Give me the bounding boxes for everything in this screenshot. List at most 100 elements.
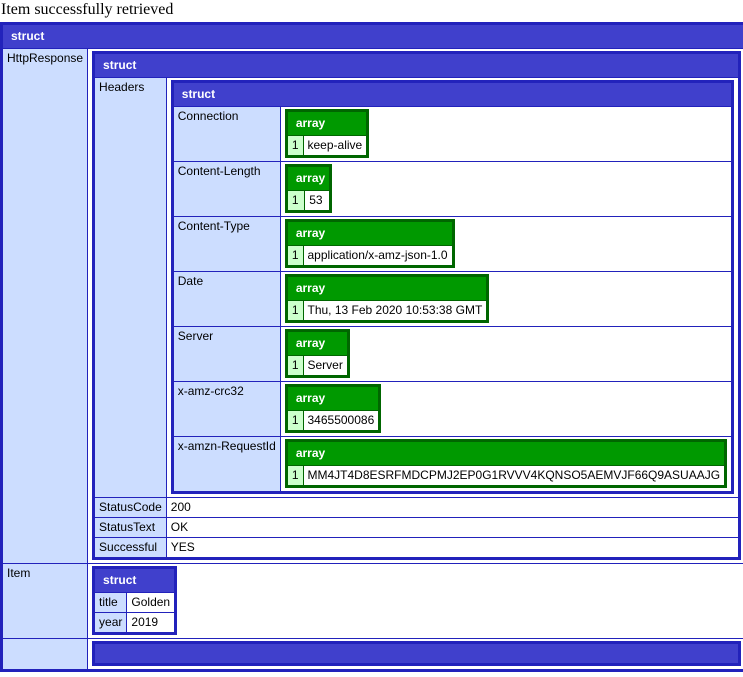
httpresponse-key-statustext[interactable]: StatusText [95, 518, 166, 537]
table-row: x-amzn-RequestId array 1 MM4JT4D8ESRFMDCPMJ… [173, 437, 732, 491]
array-dump: array 1 Thu, 13 Feb 2020 10:53:38 GMT [284, 274, 490, 323]
httpresponse-value-statustext: OK [166, 518, 739, 537]
item-struct-header-row: struct [95, 569, 175, 592]
page-title: Item successfully retrieved [1, 1, 174, 18]
array-value: 53 [305, 191, 330, 210]
header-key[interactable]: x-amz-crc32 [173, 382, 280, 436]
array-header-row: array [287, 332, 347, 355]
next-struct-dump [92, 641, 742, 666]
httpresponse-key-statuscode[interactable]: StatusCode [95, 498, 166, 517]
headers-value-cell: struct Connection array 1 keep-alive Content… [166, 78, 739, 497]
array-dump: array 1 3465500086 [284, 384, 382, 433]
header-value-cell: array 1 MM4JT4D8ESRFMDCPMJ2EP0G1RVVV4KQNSO… [280, 437, 732, 491]
array-header-row: array [287, 442, 725, 465]
header-key[interactable]: Connection [173, 107, 280, 161]
array-item-row: 1 Server [287, 356, 347, 375]
table-row: x-amz-crc32 array 1 3465500086 [173, 382, 732, 436]
array-item-row: 1 keep-alive [287, 136, 367, 155]
array-item-row: 1 3465500086 [287, 411, 379, 430]
header-key[interactable]: x-amzn-RequestId [173, 437, 280, 491]
headers-struct-header-row: struct [173, 83, 732, 106]
array-type-label[interactable]: array [287, 332, 347, 355]
header-value-cell: array 1 application/x-amz-json-1.0 [280, 217, 732, 271]
array-type-label[interactable]: array [287, 222, 452, 245]
array-header-row: array [287, 167, 330, 190]
root-key-next[interactable] [3, 639, 88, 669]
root-key-httpresponse[interactable]: HttpResponse [3, 49, 88, 563]
array-index: 1 [287, 356, 303, 375]
httpresponse-struct-type-label[interactable]: struct [95, 54, 739, 77]
array-index: 1 [287, 136, 303, 155]
root-key-item[interactable]: Item [3, 564, 88, 638]
array-type-label[interactable]: array [287, 442, 725, 465]
array-index: 1 [287, 466, 303, 485]
table-row: Date array 1 Thu, 13 Feb 2020 10:53:38 GMT [173, 272, 732, 326]
array-value: application/x-amz-json-1.0 [303, 246, 452, 265]
table-row: title Golden [95, 593, 175, 612]
table-row: Content-Length array 1 53 [173, 162, 732, 216]
array-type-label[interactable]: array [287, 167, 330, 190]
array-item-row: 1 application/x-amz-json-1.0 [287, 246, 452, 265]
httpresponse-key-successful[interactable]: Successful [95, 538, 166, 557]
table-row [3, 639, 743, 669]
item-key[interactable]: title [95, 593, 127, 612]
array-type-label[interactable]: array [287, 277, 487, 300]
array-value: Server [303, 356, 347, 375]
header-value-cell: array 1 Server [280, 327, 732, 381]
table-row: Content-Type array 1 application/x-amz-json… [173, 217, 732, 271]
table-row: StatusText OK [95, 518, 739, 537]
array-header-row: array [287, 112, 367, 135]
array-dump: array 1 Server [284, 329, 350, 378]
header-value-cell: array 1 53 [280, 162, 732, 216]
array-type-label[interactable]: array [287, 387, 379, 410]
header-key[interactable]: Date [173, 272, 280, 326]
array-item-row: 1 Thu, 13 Feb 2020 10:53:38 GMT [287, 301, 487, 320]
table-row: Successful YES [95, 538, 739, 557]
array-item-row: 1 53 [287, 191, 330, 210]
item-value-cell: struct title Golden year 2019 [88, 564, 743, 638]
array-value: keep-alive [303, 136, 367, 155]
array-value: Thu, 13 Feb 2020 10:53:38 GMT [303, 301, 487, 320]
array-dump: array 1 MM4JT4D8ESRFMDCPMJ2EP0G1RVVV4KQNSO… [284, 439, 728, 488]
httpresponse-struct-dump: struct Headers struct Connection array 1… [92, 51, 742, 560]
header-value-cell: array 1 Thu, 13 Feb 2020 10:53:38 GMT [280, 272, 732, 326]
table-row: Item struct title Golden year 2019 [3, 564, 743, 638]
array-type-label[interactable]: array [287, 112, 367, 135]
array-dump: array 1 53 [284, 164, 333, 213]
httpresponse-struct-header-row: struct [95, 54, 739, 77]
httpresponse-key-headers[interactable]: Headers [95, 78, 166, 497]
root-struct-dump: struct HttpResponse struct Headers struc… [0, 22, 743, 672]
item-struct-dump: struct title Golden year 2019 [92, 566, 178, 635]
array-header-row: array [287, 387, 379, 410]
root-struct-type-label[interactable]: struct [3, 25, 743, 48]
header-key[interactable]: Server [173, 327, 280, 381]
item-key[interactable]: year [95, 613, 127, 632]
table-row: HttpResponse struct Headers struct Conne… [3, 49, 743, 563]
header-value-cell: array 1 keep-alive [280, 107, 732, 161]
item-struct-type-label[interactable]: struct [95, 569, 175, 592]
httpresponse-value-statuscode: 200 [166, 498, 739, 517]
array-value: MM4JT4D8ESRFMDCPMJ2EP0G1RVVV4KQNSO5AEMVJ… [303, 466, 725, 485]
array-index: 1 [287, 191, 305, 210]
next-struct-type-label[interactable] [95, 644, 739, 663]
httpresponse-value-successful: YES [166, 538, 739, 557]
table-row: Connection array 1 keep-alive [173, 107, 732, 161]
header-key[interactable]: Content-Type [173, 217, 280, 271]
array-index: 1 [287, 301, 303, 320]
array-index: 1 [287, 411, 303, 430]
array-dump: array 1 application/x-amz-json-1.0 [284, 219, 455, 268]
array-item-row: 1 MM4JT4D8ESRFMDCPMJ2EP0G1RVVV4KQNSO5AEMV… [287, 466, 725, 485]
array-index: 1 [287, 246, 303, 265]
next-struct-header-row [95, 644, 739, 663]
array-value: 3465500086 [303, 411, 379, 430]
table-row: Server array 1 Server [173, 327, 732, 381]
header-key[interactable]: Content-Length [173, 162, 280, 216]
root-struct-header-row: struct [3, 25, 743, 48]
header-value-cell: array 1 3465500086 [280, 382, 732, 436]
item-value: Golden [127, 593, 175, 612]
headers-struct-dump: struct Connection array 1 keep-alive Content… [170, 80, 735, 494]
item-value: 2019 [127, 613, 175, 632]
next-value-cell [88, 639, 743, 669]
headers-struct-type-label[interactable]: struct [173, 83, 732, 106]
array-dump: array 1 keep-alive [284, 109, 370, 158]
